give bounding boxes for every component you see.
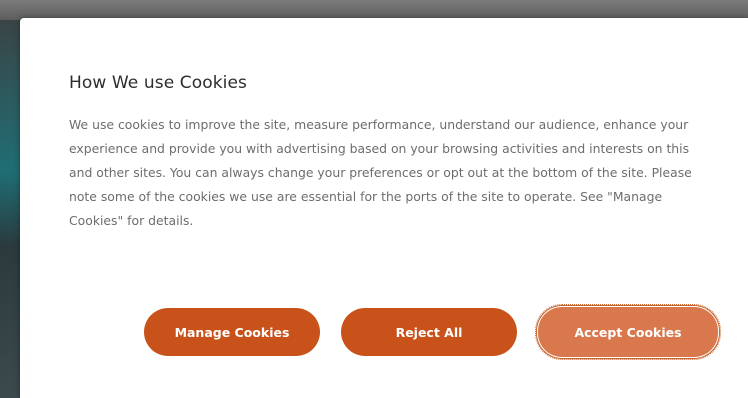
- dialog-title: How We use Cookies: [69, 73, 248, 93]
- dialog-button-row: Manage Cookies Reject All Accept Cookies: [144, 304, 721, 360]
- accept-cookies-button[interactable]: Accept Cookies: [535, 304, 721, 360]
- background-page-edge: [0, 20, 20, 398]
- dialog-description: We use cookies to improve the site, meas…: [69, 117, 692, 228]
- reject-all-button[interactable]: Reject All: [341, 308, 517, 356]
- manage-cookies-button[interactable]: Manage Cookies: [144, 308, 320, 356]
- cookie-consent-dialog: How We use Cookies We use cookies to imp…: [20, 18, 748, 398]
